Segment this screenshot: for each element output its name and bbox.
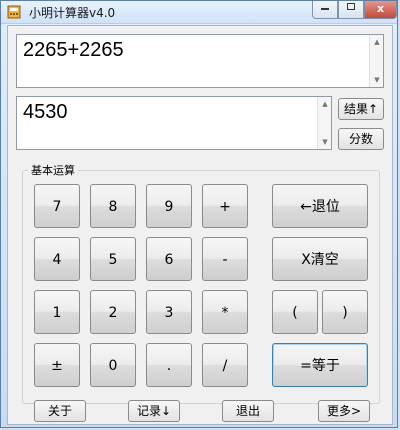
close-button[interactable]: x	[364, 1, 397, 19]
result-scrollbar[interactable]: ▲ ▼	[317, 97, 331, 149]
minimize-button[interactable]	[312, 1, 338, 19]
close-icon: x	[376, 2, 385, 15]
about-button[interactable]: 关于	[34, 400, 86, 422]
expression-input[interactable]: 2265+2265 ▲ ▼	[16, 34, 384, 88]
expression-text: 2265+2265	[23, 39, 124, 61]
right-paren-button[interactable]: )	[322, 290, 368, 334]
key-3[interactable]: 3	[146, 290, 192, 334]
minimize-icon	[321, 8, 329, 10]
left-paren-button[interactable]: (	[272, 290, 318, 334]
scroll-down-icon[interactable]: ▼	[372, 76, 382, 84]
equals-button[interactable]: =等于	[272, 343, 368, 387]
result-up-button[interactable]: 结果↑	[338, 98, 384, 120]
expression-scrollbar[interactable]: ▲ ▼	[369, 35, 383, 87]
key-divide[interactable]: /	[202, 343, 248, 387]
result-output[interactable]: 4530 ▲ ▼	[16, 96, 332, 150]
calculator-window: 小明计算器v4.0 x 2265+2265 ▲ ▼ 4530 ▲ ▼ 结果↑ 分…	[0, 0, 398, 428]
key-7[interactable]: 7	[34, 184, 80, 228]
key-2[interactable]: 2	[90, 290, 136, 334]
key-minus[interactable]: -	[202, 237, 248, 281]
key-6[interactable]: 6	[146, 237, 192, 281]
fraction-button[interactable]: 分数	[338, 128, 384, 150]
maximize-icon	[347, 3, 355, 10]
title-bar[interactable]: 小明计算器v4.0 x	[1, 1, 397, 24]
group-title: 基本运算	[28, 162, 78, 178]
key-4[interactable]: 4	[34, 237, 80, 281]
key-5[interactable]: 5	[90, 237, 136, 281]
history-button[interactable]: 记录↓	[128, 400, 180, 422]
window-title: 小明计算器v4.0	[29, 6, 116, 20]
key-plus[interactable]: +	[202, 184, 248, 228]
key-8[interactable]: 8	[90, 184, 136, 228]
key-multiply[interactable]: *	[202, 290, 248, 334]
exit-button[interactable]: 退出	[222, 400, 274, 422]
scroll-up-icon[interactable]: ▲	[372, 38, 382, 46]
sign-toggle-button[interactable]: ±	[34, 343, 80, 387]
backspace-button[interactable]: ←退位	[272, 184, 368, 228]
key-0[interactable]: 0	[90, 343, 136, 387]
scroll-up-icon[interactable]: ▲	[320, 100, 330, 108]
calculator-app-icon	[7, 5, 21, 19]
key-9[interactable]: 9	[146, 184, 192, 228]
key-1[interactable]: 1	[34, 290, 80, 334]
client-area: 2265+2265 ▲ ▼ 4530 ▲ ▼ 结果↑ 分数 基本运算 7 8 9…	[7, 25, 393, 425]
scroll-down-icon[interactable]: ▼	[320, 138, 330, 146]
result-text: 4530	[23, 101, 68, 123]
clear-button[interactable]: X清空	[272, 237, 368, 281]
maximize-button[interactable]	[338, 1, 364, 19]
key-decimal[interactable]: .	[146, 343, 192, 387]
more-button[interactable]: 更多>	[318, 400, 370, 422]
